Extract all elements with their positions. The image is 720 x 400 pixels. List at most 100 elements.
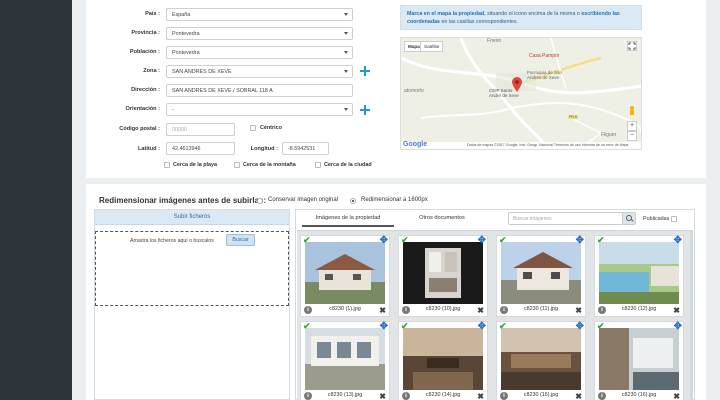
published-check-icon[interactable]: ✔ [303,321,311,332]
published-check-icon[interactable]: ✔ [597,321,605,332]
delete-icon[interactable]: ✖ [673,392,680,400]
delete-icon[interactable]: ✖ [379,306,386,315]
move-arrows-icon[interactable]: ✥ [478,321,486,332]
published-check-icon[interactable]: ✔ [303,235,311,246]
file-name: c8230 (16).jpg [621,392,657,398]
codigo-postal-input[interactable]: 00000 [166,123,235,136]
publicadas-checkbox[interactable] [671,216,677,222]
longitud-input[interactable]: -8.5942531 [282,142,329,155]
add-zona-plus-icon[interactable] [360,66,370,76]
centrico-checkbox[interactable] [250,125,256,131]
map-tab-satelite[interactable]: Satélite [420,41,444,52]
centrico-label: Céntrico [260,125,282,131]
delete-icon[interactable]: ✖ [575,306,582,315]
property-photo [305,328,385,390]
gallery-panel: Imágenes de la propiedad Otros documento… [295,209,695,400]
poblacion-label: Población : [129,49,160,55]
codigo-postal-row: Código postal : [86,123,160,136]
poblacion-select[interactable]: Pontevedra [166,46,353,59]
info-part1: Marca en el mapa la propiedad, [407,11,486,17]
published-check-icon[interactable]: ✔ [499,321,507,332]
direccion-row: Dirección : [86,84,160,97]
cerca-playa-checkbox[interactable] [164,162,170,168]
street-view-pegman-icon[interactable] [628,106,636,116]
gallery-scrollbar[interactable] [690,231,693,400]
direccion-value: SAN ANDRES DE XEVE / SOBRAL 118 A [172,88,273,94]
chevron-down-icon [344,70,348,73]
chevron-down-icon [344,51,348,54]
published-check-icon[interactable]: ✔ [401,321,409,332]
delete-icon[interactable]: ✖ [477,392,484,400]
provincia-value: Pontevedra [172,31,200,37]
map-footer-text: Datos de mapas ©2017 Google, Inst. Geogr… [467,143,629,147]
image-card[interactable]: ✔ ✥ i c8230 (11).jpg ✖ [496,235,586,317]
tab-imagenes[interactable]: Imágenes de la propiedad [302,210,394,227]
move-arrows-icon[interactable]: ✥ [576,235,584,246]
codigo-postal-label: Código postal : [119,126,160,132]
provincia-select[interactable]: Pontevedra [166,27,353,40]
zona-select[interactable]: SAN ANDRES DE XEVE [166,65,353,78]
property-photo [501,242,581,304]
move-arrows-icon[interactable]: ✥ [478,235,486,246]
image-card[interactable]: ✔ ✥ i c8230 (14).jpg ✖ [398,321,488,400]
zona-label: Zona : [143,68,160,74]
poblacion-row: Población : [86,46,160,59]
zoom-out-button[interactable]: − [627,131,637,141]
chevron-down-icon [344,13,348,16]
search-images-input[interactable]: Buscar imágenes [508,212,623,225]
property-photo [305,242,385,304]
map-marker-icon[interactable] [511,77,523,93]
orientacion-select[interactable]: - [166,103,353,116]
tab-documentos[interactable]: Otros documentos [402,210,482,227]
image-card[interactable]: ✔ ✥ i c8230 (15).jpg ✖ [496,321,586,400]
delete-icon[interactable]: ✖ [575,392,582,400]
conservar-radio[interactable] [257,198,263,204]
map-label-parroquia: Parroquia de San Andrés de Xeve [527,70,563,80]
longitud-label: Longitud : [250,146,278,152]
redimensionar-radio[interactable] [350,198,356,204]
chevron-down-icon [344,108,348,111]
delete-icon[interactable]: ✖ [477,306,484,315]
fullscreen-icon[interactable] [627,41,637,51]
map-label-casa-pampin: Casa Pampín [529,53,560,59]
move-arrows-icon[interactable]: ✥ [380,235,388,246]
zona-value: SAN ANDRES DE XEVE [172,69,232,75]
search-icon[interactable] [622,212,636,225]
conservar-label: Conservar imagen original [268,197,339,203]
published-check-icon[interactable]: ✔ [597,235,605,246]
zoom-in-button[interactable]: + [627,121,637,131]
move-arrows-icon[interactable]: ✥ [674,235,682,246]
pais-select[interactable]: España [166,8,353,21]
file-name: c8230 (13).jpg [327,392,363,398]
publicadas-label: Publicadas [643,216,670,222]
delete-icon[interactable]: ✖ [673,306,680,315]
move-arrows-icon[interactable]: ✥ [380,321,388,332]
cerca-ciudad-checkbox[interactable] [315,162,321,168]
cerca-montana-checkbox[interactable] [234,162,240,168]
left-sidebar [0,0,72,400]
move-arrows-icon[interactable]: ✥ [576,321,584,332]
image-card[interactable]: ✔ ✥ i c8230 (12).jpg ✖ [594,235,684,317]
pais-row: País : [86,8,160,21]
file-name: c8230 (1).jpg [329,306,361,312]
image-card[interactable]: ✔ ✥ i c8230 (16).jpg ✖ [594,321,684,400]
buscar-button[interactable]: Buscar [226,234,255,246]
info-bold1: situando el icono [485,11,527,17]
add-orientacion-plus-icon[interactable] [360,105,370,115]
move-arrows-icon[interactable]: ✥ [674,321,682,332]
map-label-road: PR-K [568,115,579,119]
poblacion-value: Pontevedra [172,50,200,56]
image-card[interactable]: ✔ ✥ i c8230 (13).jpg ✖ [300,321,390,400]
published-check-icon[interactable]: ✔ [401,235,409,246]
map-label-filguer: Filguer [601,132,617,138]
drop-text: Arrastra los ficheros aquí o buscalos [130,238,214,244]
direccion-input[interactable]: SAN ANDRES DE XEVE / SOBRAL 118 A [166,84,353,97]
image-card[interactable]: ✔ ✥ i c8230 (10).jpg ✖ [398,235,488,317]
image-card[interactable]: ✔ ✥ i c8230 (1).jpg ✖ [300,235,390,317]
published-check-icon[interactable]: ✔ [499,235,507,246]
latitud-input[interactable]: 42.4613946 [166,142,235,155]
delete-icon[interactable]: ✖ [379,392,386,400]
property-photo [403,242,483,304]
location-map[interactable]: Mapa Satélite Casa Pampín Parroquia de S… [400,37,642,150]
drop-zone[interactable]: Arrastra los ficheros aquí o buscalos Bu… [95,231,289,306]
